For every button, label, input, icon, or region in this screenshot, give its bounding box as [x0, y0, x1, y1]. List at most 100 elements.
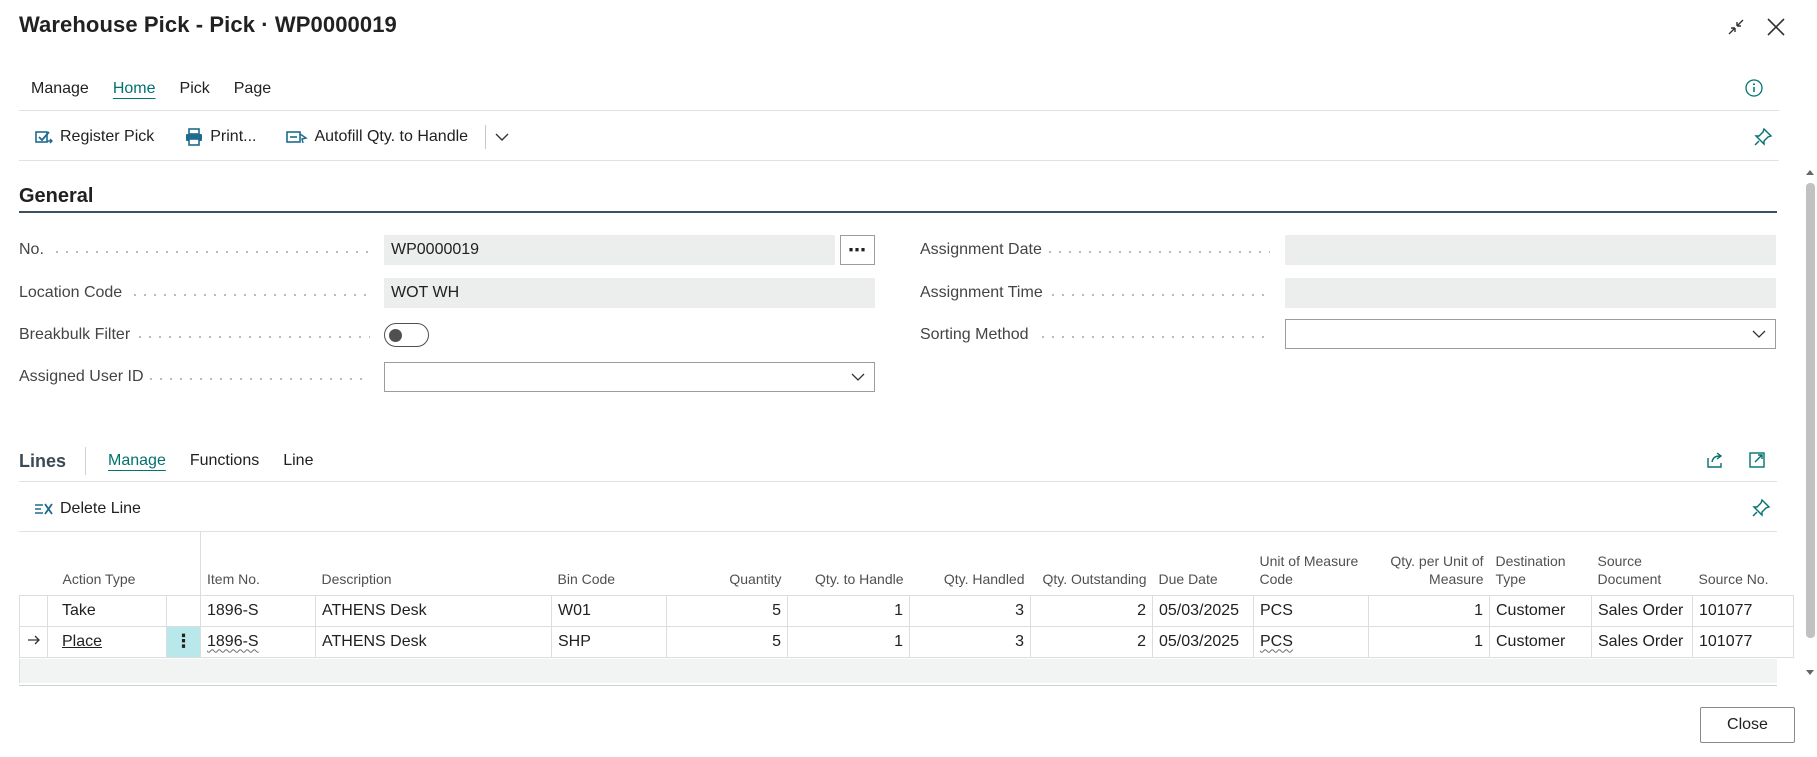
col-destination-type[interactable]: Destination Type: [1490, 531, 1592, 595]
pin-toolbar-button[interactable]: [1751, 125, 1775, 149]
cell-source-no[interactable]: 101077: [1692, 594, 1794, 626]
cell-uom-code[interactable]: PCS: [1253, 625, 1369, 658]
collapse-button[interactable]: [1721, 12, 1751, 42]
assignment-time-field[interactable]: [1285, 278, 1776, 308]
pin-lines-toolbar-button[interactable]: [1749, 496, 1773, 520]
field-dots: [135, 336, 370, 338]
cell-qty-to-handle[interactable]: 1: [787, 625, 910, 658]
cell-due-date[interactable]: 05/03/2025: [1152, 625, 1254, 658]
cell-qty-outstanding[interactable]: 2: [1030, 625, 1153, 658]
col-due-date[interactable]: Due Date: [1153, 531, 1254, 595]
scroll-up-arrow[interactable]: [1806, 170, 1814, 175]
tab-pick[interactable]: Pick: [168, 76, 222, 106]
location-code-label: Location Code: [19, 284, 123, 301]
close-window-button[interactable]: [1761, 12, 1791, 42]
share-button[interactable]: [1703, 448, 1727, 472]
register-icon: [35, 131, 53, 144]
action-type-link[interactable]: Place: [62, 633, 102, 650]
cell-qty-outstanding[interactable]: 2: [1030, 594, 1153, 626]
grid-empty-row: [19, 659, 1777, 683]
cell-description[interactable]: ATHENS Desk: [315, 594, 552, 626]
cell-source-document[interactable]: Sales Order: [1591, 594, 1693, 626]
tab-manage[interactable]: Manage: [19, 76, 101, 106]
no-label: No.: [19, 241, 44, 258]
cell-action-type[interactable]: Take: [47, 594, 167, 626]
col-item-no[interactable]: Item No.: [200, 531, 316, 595]
autofill-qty-button[interactable]: Autofill Qty. to Handle: [271, 124, 483, 150]
cell-destination-type[interactable]: Customer: [1489, 594, 1592, 626]
assigned-user-id-select[interactable]: [384, 362, 875, 392]
col-source-document[interactable]: Source Document: [1592, 531, 1693, 595]
row-menu-cell[interactable]: [166, 594, 201, 626]
col-uom-code[interactable]: Unit of Measure Code: [1254, 531, 1369, 595]
col-qty-to-handle[interactable]: Qty. to Handle: [788, 531, 910, 595]
row-indicator[interactable]: [19, 594, 48, 626]
share-icon: [1707, 452, 1723, 468]
register-pick-button[interactable]: Register Pick: [19, 124, 169, 150]
col-qty-handled[interactable]: Qty. Handled: [910, 531, 1031, 595]
cell-qty-handled[interactable]: 3: [909, 625, 1031, 658]
tab-home[interactable]: Home: [101, 76, 168, 106]
lines-tab-functions[interactable]: Functions: [178, 448, 271, 474]
cell-bin-code[interactable]: W01: [551, 594, 667, 626]
lines-tab-line[interactable]: Line: [271, 448, 325, 474]
field-dots: [1048, 294, 1270, 296]
cell-item-no[interactable]: 1896-S: [200, 594, 316, 626]
cell-description[interactable]: ATHENS Desk: [315, 625, 552, 658]
sorting-method-select[interactable]: [1285, 319, 1776, 349]
table-row[interactable]: Take 1896-S ATHENS Desk W01 5 1 3 2 05/0…: [19, 594, 1794, 626]
cell-due-date[interactable]: 05/03/2025: [1152, 594, 1254, 626]
no-field[interactable]: WP0000019: [384, 235, 835, 265]
col-source-no[interactable]: Source No.: [1693, 531, 1794, 595]
cell-quantity[interactable]: 5: [666, 594, 788, 626]
scrollbar-thumb[interactable]: [1806, 183, 1815, 638]
delete-line-button[interactable]: Delete Line: [19, 496, 156, 522]
assignment-time-label: Assignment Time: [920, 284, 1043, 301]
col-bin-code[interactable]: Bin Code: [552, 531, 667, 595]
cell-qty-per-uom[interactable]: 1: [1368, 625, 1490, 658]
grid-header-row: Action Type Item No. Description Bin Cod…: [20, 531, 1794, 595]
row-menu-icon[interactable]: ⋮: [175, 631, 193, 651]
field-dots: [1038, 336, 1270, 338]
divider: [19, 160, 1779, 161]
field-dots: [130, 294, 370, 296]
col-description[interactable]: Description: [316, 531, 552, 595]
assignment-date-field[interactable]: [1285, 235, 1776, 265]
col-action-type[interactable]: Action Type: [48, 531, 167, 595]
no-lookup-button[interactable]: ⋯: [840, 235, 875, 265]
collapse-icon: [1728, 19, 1744, 35]
print-button[interactable]: Print...: [169, 124, 271, 150]
col-qty-outstanding[interactable]: Qty. Outstanding: [1031, 531, 1153, 595]
location-code-field[interactable]: WOT WH: [384, 278, 875, 308]
item-no-value: 1896-S: [207, 632, 259, 650]
expand-lines-button[interactable]: [1745, 448, 1769, 472]
row-menu-cell[interactable]: ⋮: [166, 625, 201, 658]
col-quantity[interactable]: Quantity: [667, 531, 788, 595]
tab-page[interactable]: Page: [222, 76, 283, 106]
table-row[interactable]: Place ⋮ 1896-S ATHENS Desk SHP 5 1 3 2 0…: [19, 625, 1794, 658]
cell-qty-per-uom[interactable]: 1: [1368, 594, 1490, 626]
breakbulk-filter-toggle[interactable]: [384, 323, 429, 347]
lines-title: Lines: [19, 450, 67, 471]
lines-tab-manage[interactable]: Manage: [108, 448, 178, 474]
toolbar-separator: [485, 125, 487, 149]
info-button[interactable]: [1743, 77, 1765, 99]
scroll-down-arrow[interactable]: [1806, 670, 1814, 675]
info-icon: [1745, 79, 1763, 97]
cell-uom-code[interactable]: PCS: [1253, 594, 1369, 626]
cell-destination-type[interactable]: Customer: [1489, 625, 1592, 658]
cell-qty-to-handle[interactable]: 1: [787, 594, 910, 626]
more-actions-button[interactable]: [488, 125, 516, 149]
cell-source-no[interactable]: 101077: [1692, 625, 1794, 658]
delete-line-label: Delete Line: [60, 500, 141, 517]
cell-action-type[interactable]: Place: [47, 625, 167, 658]
action-menu-tabs: Manage Home Pick Page: [19, 76, 283, 106]
cell-quantity[interactable]: 5: [666, 625, 788, 658]
row-indicator[interactable]: [19, 625, 48, 658]
cell-item-no[interactable]: 1896-S: [200, 625, 316, 658]
col-qty-per-uom[interactable]: Qty. per Unit of Measure: [1369, 531, 1490, 595]
cell-qty-handled[interactable]: 3: [909, 594, 1031, 626]
cell-source-document[interactable]: Sales Order: [1591, 625, 1693, 658]
cell-bin-code[interactable]: SHP: [551, 625, 667, 658]
close-button[interactable]: Close: [1700, 707, 1795, 743]
